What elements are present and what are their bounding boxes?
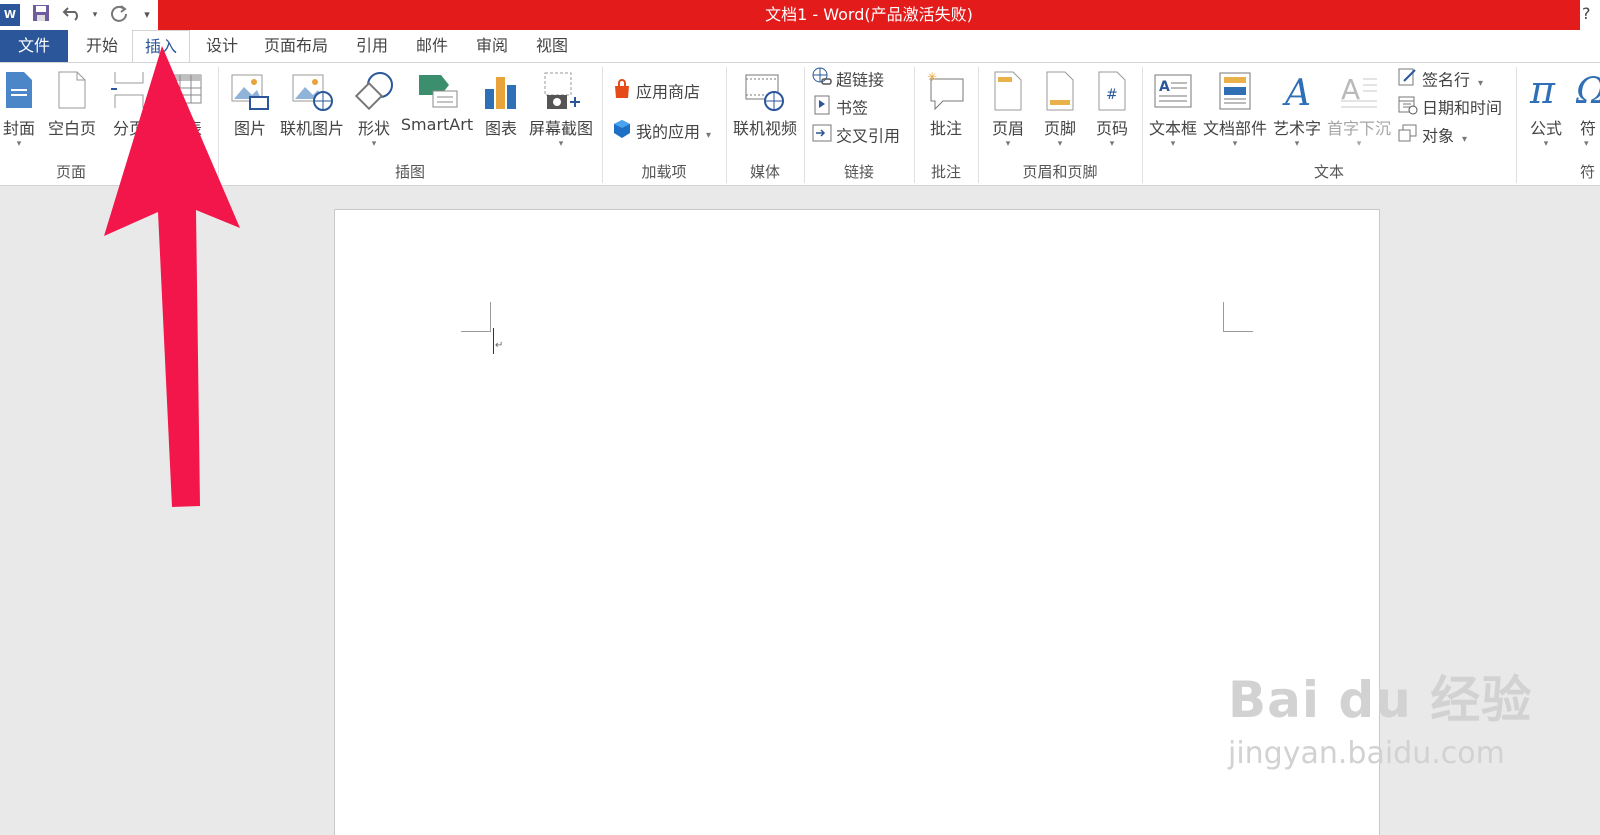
svg-text:π: π [1529, 71, 1556, 111]
table-icon [167, 71, 203, 111]
blank-page-icon [57, 71, 87, 113]
ribbon-tabs: 文件 开始 插入 设计 页面布局 引用 邮件 审阅 视图 [0, 30, 1600, 63]
page-number-icon: # [1097, 71, 1127, 115]
chart-button[interactable]: 图表 [478, 67, 524, 157]
tab-references[interactable]: 引用 [344, 30, 400, 62]
group-label-illustrations: 插图 [394, 163, 425, 181]
shapes-button[interactable]: 形状 ▾ [350, 67, 398, 157]
comment-icon: ✳ [925, 70, 967, 115]
wordart-icon: A [1279, 71, 1315, 115]
online-video-icon [744, 71, 786, 115]
bookmark-icon [812, 95, 832, 123]
wordart-button[interactable]: A 艺术字 ▾ [1270, 67, 1324, 157]
header-button[interactable]: 页眉 ▾ [984, 67, 1032, 157]
store-button[interactable]: 应用商店 [612, 79, 700, 105]
tab-view[interactable]: 视图 [524, 30, 580, 62]
picture-icon [230, 71, 270, 115]
svg-text:#: # [1106, 87, 1118, 103]
bookmark-button[interactable]: 书签 [812, 95, 868, 121]
screenshot-icon [541, 71, 581, 115]
paragraph-mark: ↵ [495, 340, 504, 351]
group-label-text: 文本 [1313, 163, 1344, 181]
online-pictures-button[interactable]: 联机图片 [278, 67, 346, 157]
undo-dropdown-icon[interactable]: ▾ [84, 4, 106, 26]
title-bar: W ▾ ▾ 文档1 - Word(产品激活失败) ? [0, 0, 1600, 30]
quick-parts-icon [1218, 71, 1252, 115]
text-box-button[interactable]: A 文本框 ▾ [1146, 67, 1200, 157]
drop-cap-button: A 首字下沉 ▾ [1326, 71, 1391, 149]
cover-page-icon [4, 71, 34, 113]
text-box-icon: A [1153, 71, 1193, 115]
text-cursor [493, 328, 494, 354]
object-icon [1398, 123, 1418, 151]
calendar-icon [1398, 95, 1418, 123]
omega-icon: Ω [1575, 71, 1600, 115]
undo-icon[interactable] [62, 4, 84, 26]
footer-button[interactable]: 页脚 ▾ [1036, 67, 1084, 157]
page-break-button[interactable]: 分页 [104, 67, 154, 157]
new-comment-button[interactable]: ✳ 批注 [918, 67, 974, 157]
window-title: 文档1 - Word(产品激活失败) [158, 0, 1580, 30]
store-icon [612, 79, 632, 107]
table-button[interactable]: 表 [160, 67, 210, 157]
blank-page-button[interactable]: 空白页 [44, 67, 100, 157]
svg-text:Ω: Ω [1576, 71, 1600, 111]
footer-icon [1045, 71, 1075, 115]
save-icon[interactable] [30, 4, 52, 26]
symbol-button[interactable]: Ω 符 ▾ [1575, 67, 1600, 157]
page-number-button[interactable]: # 页码 ▾ [1088, 67, 1136, 157]
group-label-pages: 页面 [55, 163, 86, 181]
group-label-addins: 加载项 [641, 163, 687, 181]
tab-insert[interactable]: 插入 [132, 30, 190, 63]
date-time-button[interactable]: 日期和时间 [1398, 95, 1502, 121]
group-label-links: 链接 [843, 163, 874, 181]
cross-reference-icon [812, 123, 832, 151]
signature-line-icon [1398, 67, 1418, 95]
group-label-header-footer: 页眉和页脚 [1022, 163, 1098, 181]
header-icon [993, 71, 1023, 115]
customize-qat-icon[interactable]: ▾ [136, 4, 158, 26]
document-page[interactable]: ↵ [334, 209, 1380, 835]
pictures-button[interactable]: 图片 [224, 67, 276, 157]
tab-review[interactable]: 审阅 [464, 30, 520, 62]
online-video-button[interactable]: 联机视频 [730, 67, 800, 157]
my-apps-icon [612, 119, 632, 147]
baidu-watermark: Bai du 经验 jingyan.baidu.com [1228, 671, 1533, 771]
hyperlink-button[interactable]: 超链接 [812, 67, 884, 93]
signature-line-button[interactable]: 签名行 ▾ [1398, 67, 1483, 93]
ribbon-insert: 封面 ▾ 空白页 分页 表 页面 图片 联机图片 形状 ▾ SmartArt 图… [0, 62, 1600, 186]
chart-icon [482, 71, 520, 115]
word-logo-icon: W [0, 4, 20, 26]
group-label-symbols: 符 [1580, 163, 1596, 181]
hyperlink-icon [812, 67, 832, 95]
tab-home[interactable]: 开始 [72, 30, 132, 62]
smartart-button[interactable]: SmartArt [398, 67, 476, 157]
svg-text:A: A [1159, 79, 1170, 95]
shapes-icon [354, 71, 394, 115]
pi-icon: π [1528, 68, 1564, 115]
group-label-comments: 批注 [930, 163, 961, 181]
cover-page-button[interactable]: 封面 ▾ [0, 67, 38, 157]
screenshot-button[interactable]: 屏幕截图 ▾ [526, 67, 596, 157]
online-picture-icon [291, 71, 333, 115]
drop-cap-icon: A [1339, 71, 1379, 115]
my-apps-button[interactable]: 我的应用 ▾ [612, 119, 711, 145]
cross-reference-button[interactable]: 交叉引用 [812, 123, 900, 149]
svg-text:A: A [1282, 73, 1311, 111]
margin-corner-top-left [461, 302, 491, 332]
tab-page-layout[interactable]: 页面布局 [256, 30, 336, 62]
smartart-icon [415, 71, 459, 115]
tab-mailings[interactable]: 邮件 [404, 30, 460, 62]
object-button[interactable]: 对象 ▾ [1398, 123, 1467, 149]
svg-text:✳: ✳ [927, 71, 937, 84]
equation-button[interactable]: π 公式 ▾ [1520, 67, 1572, 157]
quick-parts-button[interactable]: 文档部件 ▾ [1202, 67, 1268, 157]
page-break-icon [111, 71, 147, 113]
tab-file[interactable]: 文件 [0, 30, 68, 62]
tab-design[interactable]: 设计 [192, 30, 252, 62]
help-button[interactable]: ? [1582, 4, 1591, 23]
redo-icon[interactable] [108, 4, 130, 26]
margin-corner-top-right [1223, 302, 1253, 332]
group-label-media: 媒体 [749, 163, 780, 181]
